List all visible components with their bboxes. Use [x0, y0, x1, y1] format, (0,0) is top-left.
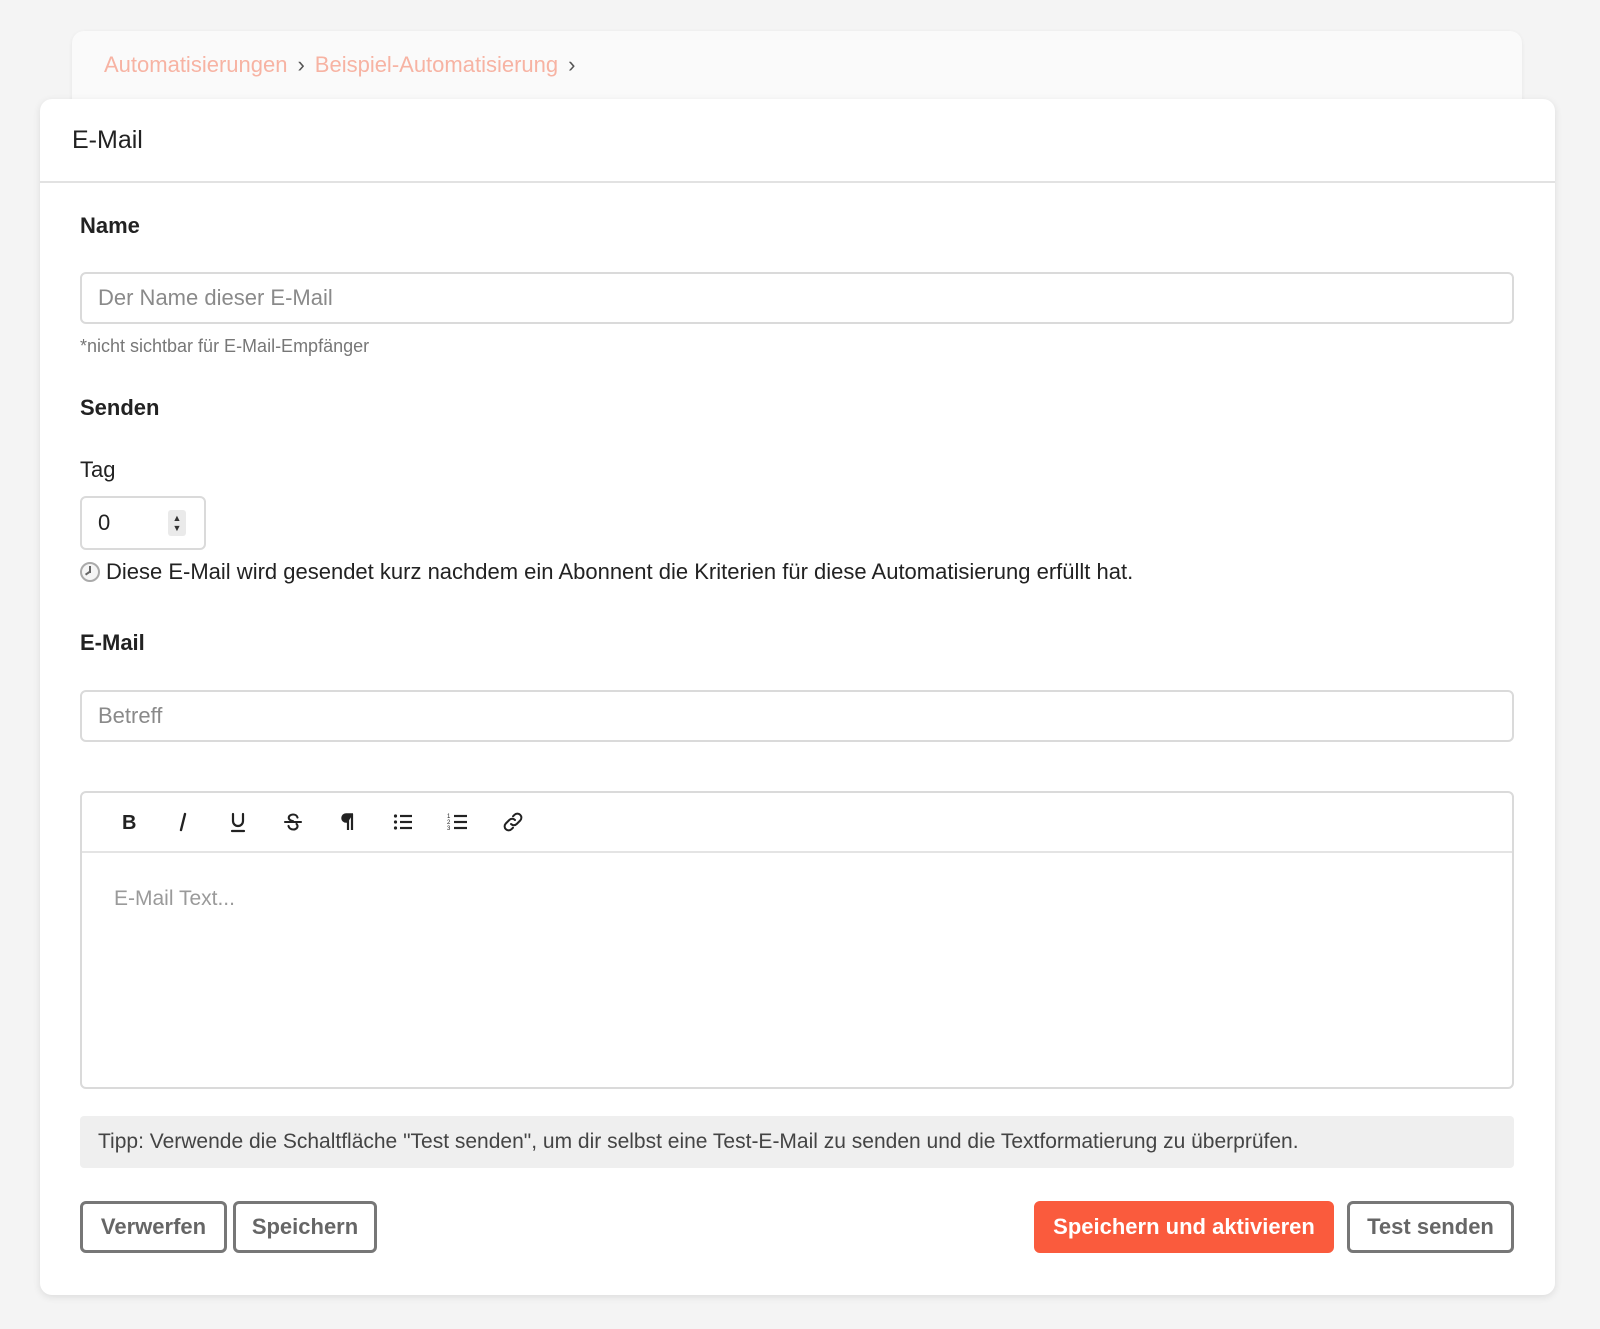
breadcrumb-link-automations[interactable]: Automatisierungen	[104, 52, 287, 78]
send-info: Diese E-Mail wird gesendet kurz nachdem …	[80, 559, 1133, 585]
breadcrumb: Automatisierungen › Beispiel-Automatisie…	[104, 52, 575, 78]
link-icon[interactable]	[485, 802, 540, 842]
card-title: E-Mail	[40, 99, 1555, 183]
send-section-label: Senden	[80, 395, 160, 420]
email-body-input[interactable]: E-Mail Text...	[82, 853, 1512, 945]
email-section-label: E-Mail	[80, 630, 145, 655]
day-value: 0	[98, 510, 111, 535]
tip-box: Tipp: Verwende die Schaltfläche "Test se…	[80, 1116, 1514, 1168]
save-button[interactable]: Speichern	[233, 1201, 377, 1253]
email-card: E-Mail Name *nicht sichtbar für E-Mail-E…	[40, 99, 1555, 1295]
email-editor: B 123 E-Mail Text...	[80, 791, 1514, 1089]
svg-text:B: B	[122, 812, 136, 834]
day-stepper[interactable]: 0 ▲ ▼	[80, 496, 206, 550]
send-test-button[interactable]: Test senden	[1347, 1201, 1514, 1253]
name-input[interactable]	[80, 272, 1514, 324]
bullet-list-icon[interactable]	[375, 802, 430, 842]
send-info-text: Diese E-Mail wird gesendet kurz nachdem …	[106, 559, 1134, 584]
numbered-list-icon[interactable]: 123	[430, 802, 485, 842]
name-hint: *nicht sichtbar für E-Mail-Empfänger	[80, 336, 370, 356]
breadcrumb-link-example[interactable]: Beispiel-Automatisierung	[315, 52, 558, 78]
save-activate-button[interactable]: Speichern und aktivieren	[1034, 1201, 1334, 1253]
paragraph-icon[interactable]	[320, 802, 375, 842]
chevron-down-icon[interactable]: ▼	[173, 523, 182, 533]
discard-button[interactable]: Verwerfen	[80, 1201, 227, 1253]
chevron-up-icon[interactable]: ▲	[173, 513, 182, 523]
strikethrough-icon[interactable]	[265, 802, 320, 842]
stepper-arrows[interactable]: ▲ ▼	[168, 510, 186, 536]
subject-input[interactable]	[80, 690, 1514, 742]
breadcrumb-separator: ›	[568, 52, 576, 77]
day-label: Tag	[80, 457, 116, 482]
svg-text:3: 3	[447, 826, 451, 832]
bold-icon[interactable]: B	[100, 802, 155, 842]
breadcrumb-separator: ›	[297, 52, 305, 77]
clock-icon	[80, 562, 100, 582]
name-section-label: Name	[80, 213, 140, 238]
underline-icon[interactable]	[210, 802, 265, 842]
italic-icon[interactable]	[155, 802, 210, 842]
editor-toolbar: B 123	[82, 793, 1512, 853]
